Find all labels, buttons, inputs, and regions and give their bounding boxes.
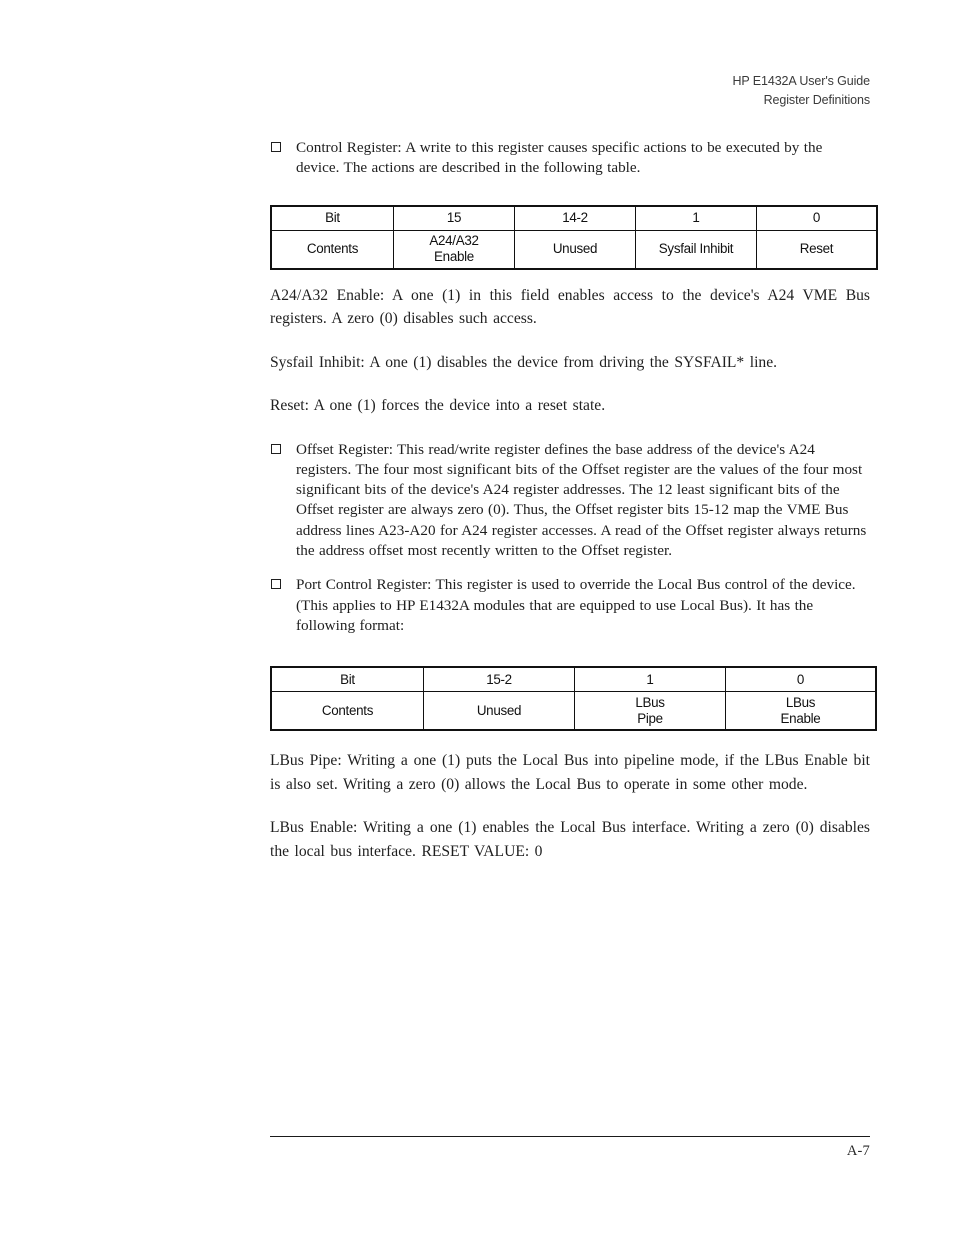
paragraph-a24-a32-enable: A24/A32 Enable: A one (1) in this field … <box>270 286 870 328</box>
square-bullet-icon <box>271 579 281 590</box>
document-page: HP E1432A User's Guide Register Definiti… <box>0 0 954 1235</box>
cell-bit-15: 15 <box>393 205 515 231</box>
header-title-line: HP E1432A User's Guide <box>732 74 870 88</box>
cell-contents-lbus-enable: LBus Enable <box>725 691 877 731</box>
cell-bit-1: 1 <box>574 666 726 693</box>
cell-line-1: LBus <box>635 694 665 710</box>
cell-contents-lbus-pipe: LBus Pipe <box>574 691 726 731</box>
bullet-port-control-register-text: Port Control Register: This register is … <box>296 576 856 634</box>
cell-row-label-bit: Bit <box>270 205 394 231</box>
cell-row-label-contents: Contents <box>270 691 424 731</box>
page-content: Control Register: A write to this regist… <box>270 138 878 863</box>
paragraph-lbus-enable: LBus Enable: Writing a one (1) enables t… <box>270 819 870 860</box>
paragraph-sysfail-inhibit: Sysfail Inhibit: A one (1) disables the … <box>270 353 778 371</box>
bullet-control-register: Control Register: A write to this regist… <box>270 138 870 179</box>
table-row: Contents A24/A32 Enable Unused Sysfail I… <box>270 229 878 270</box>
cell-line-1: A24/A32 <box>429 233 479 249</box>
cell-contents-reset: Reset <box>756 229 878 270</box>
bullet-offset-register-text: Offset Register: This read/write registe… <box>296 440 867 560</box>
cell-bit-14-2: 14-2 <box>514 205 636 231</box>
cell-bit-15-2: 15-2 <box>423 666 575 693</box>
page-number: A-7 <box>846 1143 870 1159</box>
header-subtitle-line: Register Definitions <box>763 93 870 107</box>
running-header: HP E1432A User's Guide Register Definiti… <box>270 72 870 110</box>
cell-bit-0: 0 <box>756 205 878 231</box>
cell-row-label-contents: Contents <box>270 229 394 270</box>
cell-contents-unused: Unused <box>514 229 636 270</box>
cell-bit-0: 0 <box>725 666 877 693</box>
cell-line-2: Pipe <box>637 710 663 726</box>
cell-contents-sysfail-inhibit: Sysfail Inhibit <box>635 229 757 270</box>
cell-line-1: LBus <box>785 694 816 710</box>
cell-line-2: Enable <box>780 710 821 726</box>
table-row: Bit 15-2 1 0 <box>270 666 877 693</box>
control-register-table: Bit 15 14-2 1 0 Contents A24/A32 Enable … <box>270 204 878 270</box>
bullet-control-register-text: Control Register: A write to this regist… <box>296 139 823 177</box>
cell-row-label-bit: Bit <box>270 666 424 693</box>
cell-bit-1: 1 <box>635 205 757 231</box>
square-bullet-icon <box>271 443 281 454</box>
bullet-offset-register: Offset Register: This read/write registe… <box>270 440 870 562</box>
footer-divider <box>270 1136 870 1137</box>
port-control-register-table: Bit 15-2 1 0 Contents Unused LBus Pipe L… <box>270 666 877 732</box>
bullet-port-control-register: Port Control Register: This register is … <box>270 575 870 636</box>
paragraph-lbus-pipe: LBus Pipe: Writing a one (1) puts the Lo… <box>270 752 870 793</box>
cell-line-2: Enable <box>434 249 474 265</box>
cell-contents-unused: Unused <box>423 691 575 731</box>
paragraph-reset: Reset: A one (1) forces the device into … <box>270 397 606 415</box>
cell-contents-a24-a32-enable: A24/A32 Enable <box>393 229 515 270</box>
table-row: Contents Unused LBus Pipe LBus Enable <box>270 691 877 731</box>
table-row: Bit 15 14-2 1 0 <box>270 205 878 231</box>
square-bullet-icon <box>271 142 281 152</box>
